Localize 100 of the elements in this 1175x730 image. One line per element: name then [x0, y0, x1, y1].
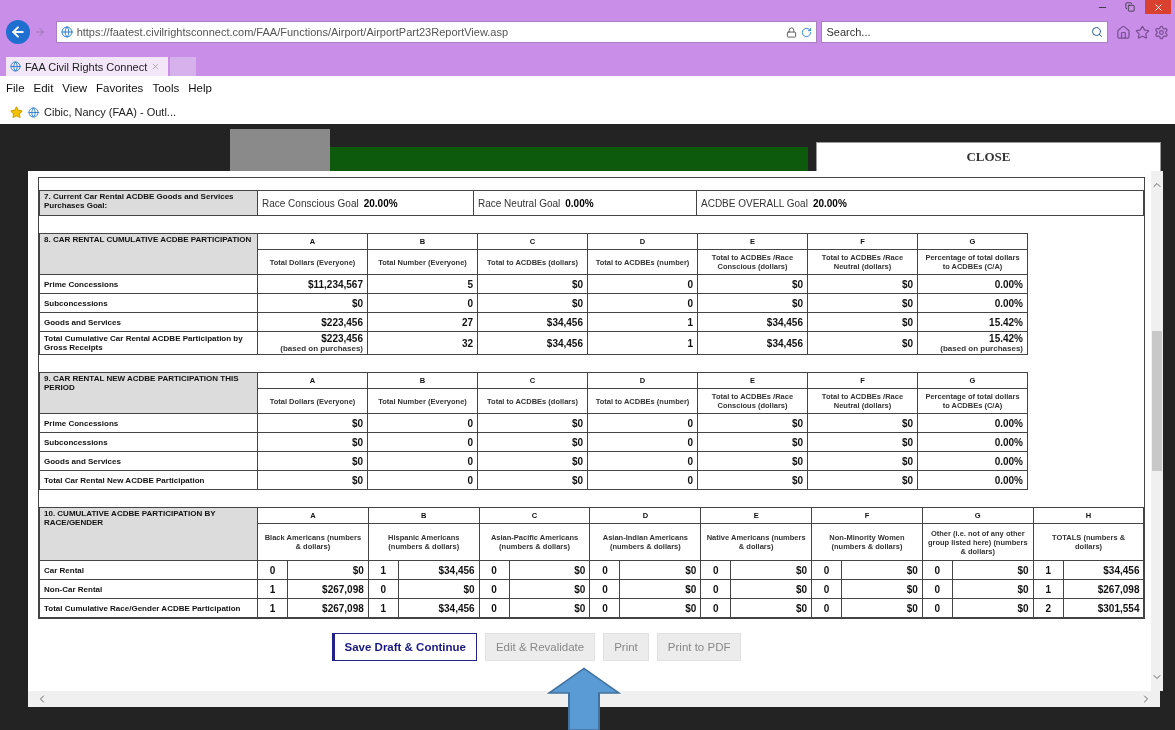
settings-icon[interactable] — [1154, 24, 1169, 40]
close-icon — [1152, 1, 1164, 13]
table-cell: $0 — [697, 470, 808, 490]
table-cell: $223,456 — [257, 312, 368, 332]
table-cell: 0.00% — [917, 470, 1028, 490]
cell-note: (based on purchases) — [939, 344, 1023, 353]
table-cell: $0 — [730, 598, 812, 618]
table-cell: $0 — [841, 598, 923, 618]
table-cell: 0 — [367, 432, 478, 452]
new-tab-button[interactable] — [170, 57, 197, 76]
table-cell: $0 — [398, 579, 480, 599]
table-cell: 0 — [257, 560, 288, 580]
goal-label: Race Neutral Goal — [478, 197, 561, 209]
table-cell: $267,098 — [287, 579, 369, 599]
star-icon[interactable] — [1135, 24, 1151, 40]
table-cell: $0 — [257, 432, 368, 452]
table-cell: $0 — [619, 598, 701, 618]
table-cell: 1 — [1033, 560, 1064, 580]
row-label: Total Car Rental New ACDBE Participation — [39, 470, 258, 490]
table-cell: 0 — [589, 579, 620, 599]
menu-item[interactable]: Help — [188, 82, 212, 94]
page-icon — [60, 26, 73, 38]
table-cell: $0 — [509, 579, 590, 599]
menu-item[interactable]: Edit — [33, 82, 54, 94]
menu-item[interactable]: Tools — [152, 82, 180, 94]
table-cell: 0 — [811, 579, 842, 599]
table-cell: 0 — [367, 470, 478, 490]
table-cell: $0 — [509, 560, 590, 580]
forward-icon[interactable] — [33, 26, 46, 38]
table-cell: $0 — [257, 413, 368, 433]
table-cell: $0 — [697, 413, 808, 433]
search-icon[interactable] — [1091, 26, 1104, 38]
table-cell: 1 — [257, 598, 288, 618]
table-cell: $0 — [841, 579, 923, 599]
menu-item[interactable]: View — [62, 82, 88, 94]
table-cell: $11,234,567 — [257, 274, 368, 294]
table-cell: 1 — [368, 560, 399, 580]
menu-item[interactable]: Favorites — [96, 82, 144, 94]
table-cell: 0 — [922, 579, 953, 599]
table-cell: $0 — [697, 451, 808, 471]
table-cell: $0 — [807, 413, 918, 433]
table-cell: $34,456 — [1063, 560, 1144, 580]
menu-item[interactable]: File — [6, 82, 25, 94]
table-cell: 0.00% — [917, 432, 1028, 452]
table-cell: $0 — [477, 470, 588, 490]
scrollbar-thumb[interactable] — [1152, 331, 1162, 471]
table-cell: 1 — [257, 579, 288, 599]
search-field[interactable]: Search... — [821, 21, 1109, 43]
table-cell: $0 — [807, 451, 918, 471]
section-title: 9. CAR RENTAL NEW ACDBE PARTICIPATION THIS PERIOD — [39, 372, 258, 414]
row-label: Total Cumulative Car Rental ACDBE Participation by Gross Receipts — [39, 331, 258, 355]
back-button[interactable] — [6, 20, 30, 44]
address-field[interactable]: https://faatest.civilrightsconnect.com/FAA/Functions/Airport/AirportPart23ReportView.asp — [55, 21, 818, 43]
table-cell: 1 — [587, 331, 698, 355]
row-label: Non-Car Rental — [39, 579, 258, 599]
action-button[interactable]: Save Draft & Continue — [331, 633, 477, 661]
table-cell: 0 — [587, 470, 698, 490]
table-cell: $0 — [952, 560, 1034, 580]
table-cell: 0 — [811, 598, 842, 618]
table-cell: 0 — [479, 579, 510, 599]
table-cell: $0 — [619, 560, 701, 580]
table-cell: 0 — [922, 598, 953, 618]
table-cell: 0 — [587, 293, 698, 313]
favorite-link[interactable]: Cibic, Nancy (FAA) - Outl... — [44, 106, 177, 118]
restore-icon — [1125, 2, 1135, 12]
table-cell: $34,456 — [477, 312, 588, 332]
table-cell: $0 — [697, 293, 808, 313]
table-cell: 0 — [700, 598, 731, 618]
vertical-scrollbar[interactable] — [1151, 171, 1163, 691]
browser-tab[interactable]: FAA Civil Rights Connect — [6, 57, 169, 76]
table-cell: $34,456 — [697, 331, 808, 355]
table-cell: 0 — [589, 560, 620, 580]
table-cell: $0 — [807, 432, 918, 452]
table-cell: $0 — [257, 293, 368, 313]
close-button[interactable]: CLOSE — [816, 142, 1161, 171]
table-cell: 1 — [587, 312, 698, 332]
table-cell: 0 — [368, 579, 399, 599]
refresh-icon[interactable] — [801, 26, 813, 38]
horizontal-scrollbar[interactable] — [28, 691, 1160, 707]
page-icon — [28, 106, 39, 118]
table-cell: 0.00% — [917, 451, 1028, 471]
row-label: Goods and Services — [39, 451, 258, 471]
close-tab-icon[interactable] — [151, 62, 161, 71]
table-cell: $34,456 — [398, 560, 480, 580]
page-icon — [10, 61, 21, 72]
row-label: Prime Concessions — [39, 274, 258, 294]
table-cell: $0 — [841, 560, 923, 580]
table-cell: 5 — [367, 274, 478, 294]
table-cell: $0 — [477, 432, 588, 452]
table-cell: 2 — [1033, 598, 1064, 618]
home-icon[interactable] — [1116, 24, 1132, 40]
section-title: 7. Current Car Rental ACDBE Goods and Services Purchases Goal: — [39, 190, 258, 216]
table-cell: $0 — [807, 331, 918, 355]
table-cell: 15.42% — [917, 312, 1028, 332]
close-window-button[interactable] — [1145, 0, 1171, 14]
table-cell: 0 — [587, 413, 698, 433]
goal-label: Race Conscious Goal — [262, 197, 359, 209]
table-cell: $0 — [477, 274, 588, 294]
goal-value: 20.00% — [812, 197, 847, 209]
favorites-star-icon[interactable] — [10, 105, 23, 119]
